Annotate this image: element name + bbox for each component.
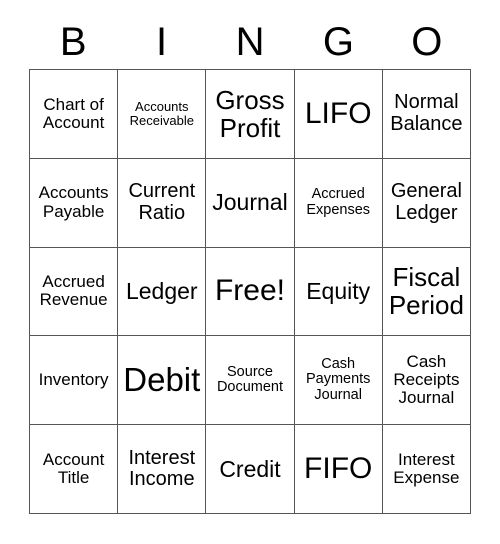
bingo-cell-label: General Ledger bbox=[390, 180, 462, 224]
bingo-cell-label: Cash Receipts Journal bbox=[393, 351, 460, 408]
bingo-cell-label: Accrued Expenses bbox=[306, 186, 371, 218]
header-letter-b: B bbox=[59, 19, 87, 64]
bingo-cell-label: Cash Payments Journal bbox=[305, 355, 371, 404]
bingo-cell-label: Interest Income bbox=[128, 446, 196, 491]
bingo-cell[interactable]: Fiscal Period bbox=[382, 247, 471, 337]
header-letter-o: O bbox=[411, 19, 443, 64]
bingo-cell[interactable]: FIFO bbox=[294, 425, 383, 514]
bingo-cell-label: Ledger bbox=[125, 278, 198, 305]
bingo-cell[interactable]: Journal bbox=[206, 158, 295, 248]
bingo-cell-label: FIFO bbox=[304, 451, 373, 485]
bingo-cell[interactable]: Source Document bbox=[206, 336, 295, 426]
bingo-cell[interactable]: Current Ratio bbox=[118, 158, 207, 248]
bingo-free-cell[interactable]: Free! bbox=[206, 247, 295, 337]
bingo-cell-label: Accounts Payable bbox=[38, 183, 109, 221]
bingo-cell-label: Interest Expense bbox=[393, 449, 460, 488]
bingo-cell[interactable]: Inventory bbox=[30, 336, 119, 426]
bingo-cell[interactable]: Accounts Payable bbox=[30, 158, 119, 248]
bingo-cell-label: Fiscal Period bbox=[388, 262, 464, 321]
bingo-cell[interactable]: Cash Payments Journal bbox=[294, 336, 383, 426]
bingo-cell-label: Journal bbox=[212, 189, 288, 216]
bingo-cell-label: Normal Balance bbox=[390, 91, 463, 135]
bingo-cell[interactable]: Accounts Receivable bbox=[118, 70, 207, 159]
bingo-grid: Chart of Account Accounts Receivable Gro… bbox=[29, 69, 471, 514]
bingo-cell[interactable]: Equity bbox=[294, 247, 383, 337]
bingo-cell[interactable]: General Ledger bbox=[382, 158, 471, 248]
bingo-cell-label: Equity bbox=[306, 278, 371, 305]
bingo-cell[interactable]: Accrued Expenses bbox=[294, 158, 383, 248]
bingo-cell-label: Debit bbox=[123, 361, 201, 399]
header-letter-g: G bbox=[322, 19, 354, 64]
bingo-cell-label: Gross Profit bbox=[215, 84, 285, 143]
bingo-cell[interactable]: Normal Balance bbox=[382, 70, 471, 159]
bingo-cell-label: Accrued Revenue bbox=[39, 272, 108, 310]
bingo-header-row: B I N G O bbox=[29, 14, 471, 69]
bingo-cell-label: Account Title bbox=[42, 449, 105, 488]
bingo-cell[interactable]: Debit bbox=[118, 336, 207, 426]
bingo-cell[interactable]: Interest Income bbox=[118, 425, 207, 514]
bingo-cell[interactable]: Ledger bbox=[118, 247, 207, 337]
bingo-card: B I N G O Chart of Account Accounts Rece… bbox=[0, 0, 500, 544]
bingo-cell[interactable]: Interest Expense bbox=[382, 425, 471, 514]
bingo-cell[interactable]: Accrued Revenue bbox=[30, 247, 119, 337]
bingo-cell-label: Accounts Receivable bbox=[129, 98, 194, 128]
bingo-cell[interactable]: LIFO bbox=[294, 70, 383, 159]
bingo-cell[interactable]: Account Title bbox=[30, 425, 119, 514]
bingo-cell-label: Source Document bbox=[216, 363, 284, 396]
bingo-cell[interactable]: Chart of Account bbox=[30, 70, 119, 159]
bingo-cell-label: Inventory bbox=[38, 370, 109, 390]
header-letter-i: I bbox=[156, 19, 168, 64]
bingo-cell-label: Current Ratio bbox=[128, 180, 196, 224]
bingo-cell-label: LIFO bbox=[304, 96, 372, 130]
bingo-cell-label: Credit bbox=[219, 455, 281, 482]
bingo-free-label: Free! bbox=[214, 274, 285, 308]
bingo-cell-label: Chart of Account bbox=[42, 94, 105, 132]
header-letter-n: N bbox=[235, 19, 265, 64]
bingo-cell[interactable]: Credit bbox=[206, 425, 295, 514]
bingo-cell[interactable]: Gross Profit bbox=[206, 70, 295, 159]
bingo-cell[interactable]: Cash Receipts Journal bbox=[382, 336, 471, 426]
